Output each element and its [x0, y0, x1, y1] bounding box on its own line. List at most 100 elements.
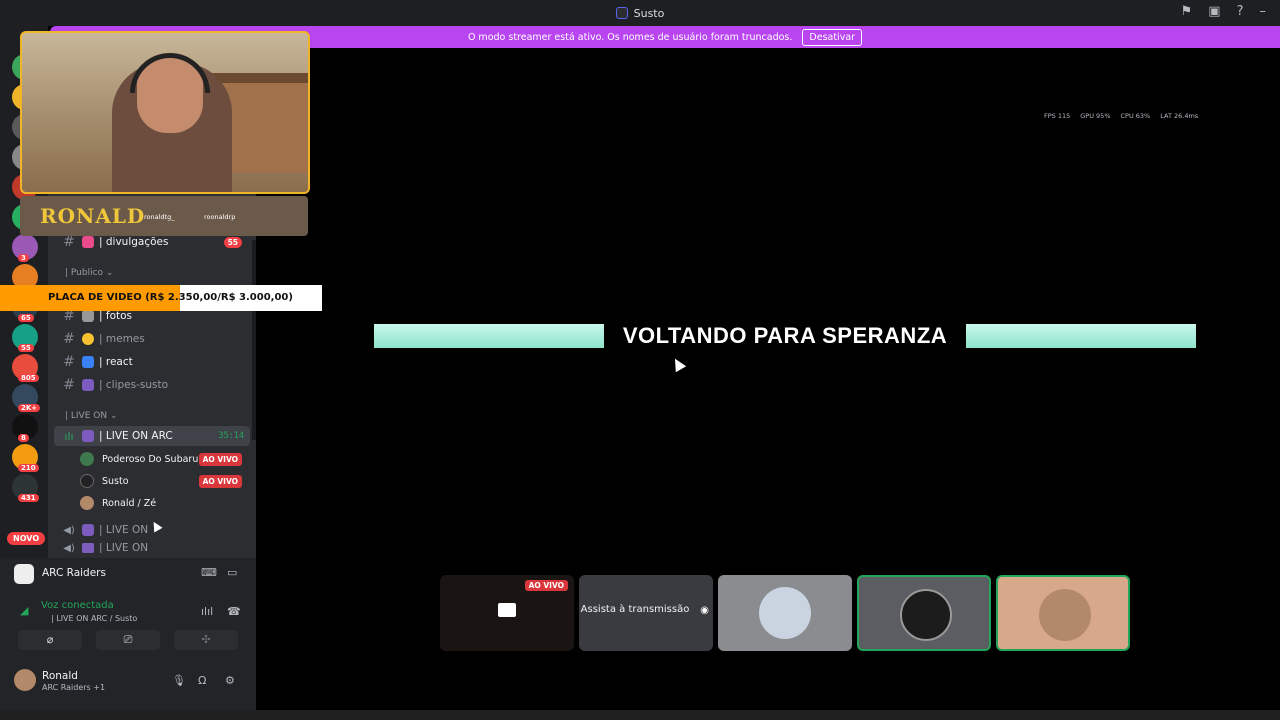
participant-tile-ronald[interactable]: [996, 575, 1130, 651]
goal-banner: PLACA DE VIDEO (R$ 2.350,00/R$ 3.000,00): [0, 285, 322, 311]
avatar: [80, 496, 94, 510]
people-icon: [82, 524, 94, 536]
window-title: Susto: [615, 7, 664, 20]
hash-icon: #: [63, 377, 75, 393]
live-badge: AO VIVO: [198, 452, 242, 466]
people-icon: [82, 543, 94, 553]
play-icon: [82, 356, 94, 368]
category-publico[interactable]: | Publico ⌄: [65, 268, 113, 278]
noise-suppression-icon[interactable]: ılıl: [201, 605, 213, 618]
headline-text: VOLTANDO PARA SPERANZA: [604, 324, 966, 348]
performance-overlay: FPS 115 GPU 95% CPU 63% LAT 26.4ms: [1044, 112, 1198, 120]
voice-member[interactable]: Ronald / Zé: [80, 493, 248, 513]
participant-tile-susto[interactable]: [857, 575, 991, 651]
latency-readout: LAT 26.4ms: [1160, 112, 1199, 120]
headline-bar-right: [966, 324, 1196, 348]
inbox-icon[interactable]: ▣: [1208, 4, 1220, 19]
avatar: [80, 452, 94, 466]
user-avatar[interactable]: [14, 669, 36, 691]
participant-tile[interactable]: [718, 575, 852, 651]
voice-status: Voz conectada: [41, 600, 114, 611]
channel-clipes[interactable]: # | clipes-susto: [58, 375, 248, 395]
activity-name: ARC Raiders: [42, 567, 106, 579]
voice-channel-name: | LIVE ON ARC / Susto: [51, 614, 138, 623]
title-bar: Susto ⚑ ▣ ? –: [0, 0, 1280, 26]
server-badge: 805: [18, 374, 39, 382]
streamer-mode-text: O modo streamer está ativo. Os nomes de …: [467, 31, 793, 43]
gpu-readout: GPU 95%: [1080, 112, 1111, 120]
watch-stream-button[interactable]: Assista à transmissão: [579, 604, 691, 615]
stream-preview-icon: [498, 603, 516, 617]
microphone-icon[interactable]: 🎙: [172, 674, 186, 687]
hash-icon: #: [63, 331, 75, 347]
share-screen-button[interactable]: ⎚: [96, 630, 160, 650]
new-badge: NOVO: [7, 532, 46, 545]
server-badge: 65: [18, 314, 34, 322]
people-icon: [82, 430, 94, 442]
live-badge: AO VIVO: [198, 474, 242, 488]
megaphone-icon: [82, 236, 94, 248]
participant-avatar: [759, 587, 811, 639]
signal-icon: ◢: [20, 604, 29, 617]
channel-label: | fotos: [99, 310, 133, 322]
streamer-name: RONALD: [40, 204, 146, 228]
disable-streamer-button[interactable]: Desativar: [802, 28, 863, 46]
voice-member[interactable]: Susto AO VIVO: [80, 471, 248, 491]
fps-readout: FPS 115: [1044, 112, 1071, 120]
mouse-cursor-icon: [669, 355, 687, 373]
server-badge: 431: [18, 494, 39, 502]
webcam-nameplate: RONALD ronaldtg_ roonaldrp: [20, 196, 308, 236]
disconnect-icon[interactable]: ☎: [227, 605, 241, 618]
server-badge: 2K+: [18, 404, 41, 412]
minimize-icon[interactable]: –: [1260, 4, 1267, 19]
flag-icon[interactable]: ⚑: [1181, 4, 1193, 19]
hash-icon: #: [63, 354, 75, 370]
speaker-icon: ◀): [63, 543, 75, 553]
gamepad-icon[interactable]: ⌨: [201, 566, 217, 579]
voice-channel-live-on-arc[interactable]: ılı | LIVE ON ARC 35:14: [58, 426, 248, 446]
activities-button[interactable]: ✣: [174, 630, 238, 650]
voice-channel-live-on-2[interactable]: ◀) | LIVE ON: [58, 543, 248, 553]
channel-react[interactable]: # | react: [58, 352, 248, 372]
user-panel: ARC Raiders ⌨ ▭ ◢ Voz conectada | LIVE O…: [0, 558, 256, 720]
hash-icon: #: [63, 234, 75, 250]
settings-gear-icon[interactable]: ⚙: [225, 674, 235, 687]
channel-scrollbar[interactable]: [252, 240, 256, 440]
channel-memes[interactable]: # | memes: [58, 329, 248, 349]
avatar: [80, 474, 94, 488]
channel-label: | LIVE ON: [99, 543, 149, 553]
headphones-icon[interactable]: Ω: [198, 674, 206, 687]
stream-headline-banner: VOLTANDO PARA SPERANZA: [374, 324, 1196, 348]
people-icon: [82, 379, 94, 391]
user-name: Ronald: [42, 670, 78, 682]
channel-label: | memes: [99, 333, 145, 345]
social-handle: roonaldrp: [204, 213, 236, 221]
goal-text: PLACA DE VIDEO (R$ 2.350,00/R$ 3.000,00): [48, 292, 293, 303]
voice-member[interactable]: Poderoso Do Subaru AO VIVO: [80, 449, 248, 469]
laugh-icon: [82, 333, 94, 345]
screen-share-icon[interactable]: ▭: [227, 566, 237, 579]
headset: [130, 53, 210, 93]
category-live-on[interactable]: | LIVE ON ⌄: [65, 411, 117, 421]
stream-tile-poderoso[interactable]: AO VIVO: [440, 575, 574, 651]
camera-off-button[interactable]: ⌀: [18, 630, 82, 650]
stream-tile-watch[interactable]: Assista à transmissão ◉: [579, 575, 713, 651]
os-taskbar: [0, 710, 1280, 720]
member-name: Poderoso Do Subaru: [102, 453, 199, 465]
speaker-icon: ◀): [63, 524, 75, 536]
social-handle: ronaldtg_: [144, 213, 175, 221]
eye-icon: ◉: [700, 605, 709, 616]
server-icon: [615, 7, 628, 19]
title-bar-actions: ⚑ ▣ ? –: [1181, 4, 1266, 19]
webcam-overlay: [20, 31, 310, 194]
server-badge: 210: [18, 464, 39, 472]
member-name: Ronald / Zé: [102, 497, 157, 509]
camera-icon: [82, 310, 94, 322]
activity-row: ARC Raiders: [0, 558, 256, 588]
voice-activity-icon: ılı: [64, 429, 74, 443]
channel-label: | react: [99, 356, 133, 368]
server-badge: 8: [18, 434, 29, 442]
server-badge: 3: [18, 254, 29, 262]
channel-label: | divulgações: [99, 236, 169, 248]
help-icon[interactable]: ?: [1237, 4, 1244, 19]
